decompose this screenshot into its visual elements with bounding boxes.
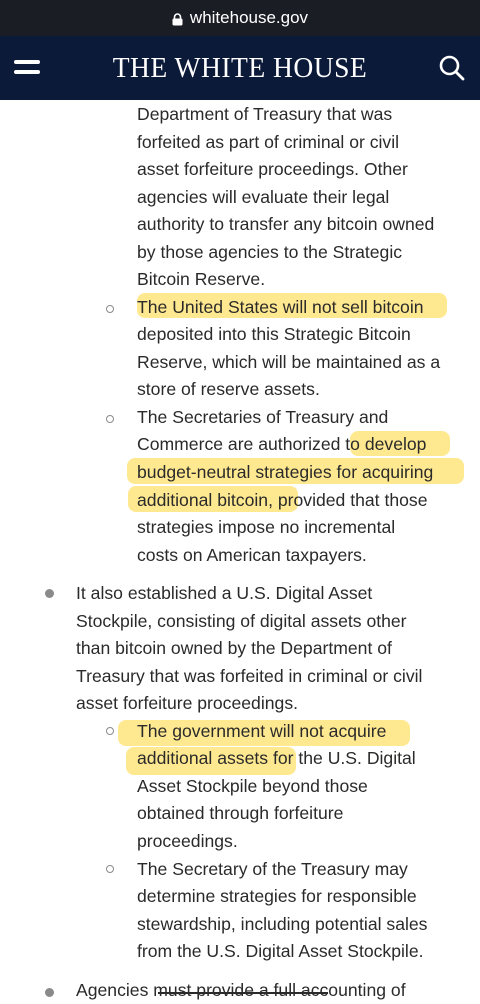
sub-bullet — [106, 415, 114, 423]
text-line: obtained through forfeiture — [137, 803, 344, 823]
text-line: agencies will evaluate their legal — [137, 187, 390, 207]
url-text: whitehouse.gov — [189, 8, 309, 27]
text-line: The United States will not sell bitcoin — [137, 297, 424, 317]
sub-bullet — [106, 865, 114, 873]
text-line: stewardship, including potential sales — [137, 914, 428, 934]
text-line: Reserve, which will be maintained as a — [137, 352, 441, 372]
text-line: Stockpile, consisting of digital assets … — [76, 611, 407, 631]
strikethrough-mark — [158, 992, 328, 994]
text-line: Asset Stockpile beyond those — [137, 776, 368, 796]
text-line: budget-neutral strategies for acquiring — [137, 462, 434, 482]
menu-icon[interactable] — [14, 58, 40, 78]
text-line: proceedings. — [137, 831, 238, 851]
text-line: The Secretaries of Treasury and — [137, 407, 389, 427]
text-line: than bitcoin owned by the Department of — [76, 638, 392, 658]
address-bar[interactable]: whitehouse.gov — [0, 0, 480, 36]
text-line: by those agencies to the Strategic — [137, 242, 403, 262]
text-line: The Secretary of the Treasury may — [137, 859, 408, 879]
search-icon[interactable] — [438, 54, 466, 82]
text-line: store of reserve assets. — [137, 379, 320, 399]
sub-bullet — [106, 305, 114, 313]
text-line: costs on American taxpayers. — [137, 545, 367, 565]
text-line: deposited into this Strategic Bitcoin — [137, 324, 411, 344]
list-bullet — [45, 988, 54, 997]
text-line: The government will not acquire — [137, 721, 387, 741]
text-line: Commerce are authorized to develop — [137, 434, 427, 454]
article-body: Department of Treasury that was forfeite… — [0, 100, 480, 1004]
text-line: asset forfeiture proceedings. — [76, 693, 299, 713]
text-line: authority to transfer any bitcoin owned — [137, 214, 435, 234]
text-line: asset forfeiture proceedings. Other — [137, 159, 408, 179]
text-line: Agencies must provide a full accounting … — [76, 980, 406, 1000]
text-line: Department of Treasury that was — [137, 104, 393, 124]
text-line: It also established a U.S. Digital Asset — [76, 583, 373, 603]
text-line: Treasury that was forfeited in criminal … — [76, 666, 423, 686]
text-line: forfeited as part of criminal or civil — [137, 132, 400, 152]
lock-icon — [172, 12, 183, 25]
site-header: THE WHITE HOUSE — [0, 36, 480, 100]
text-line: additional bitcoin, provided that those — [137, 490, 428, 510]
text-line: strategies impose no incremental — [137, 517, 396, 537]
text-line: Bitcoin Reserve. — [137, 269, 266, 289]
site-title[interactable]: THE WHITE HOUSE — [113, 52, 368, 85]
list-bullet — [45, 589, 54, 598]
text-line: from the U.S. Digital Asset Stockpile. — [137, 941, 424, 961]
text-line: additional assets for the U.S. Digital — [137, 748, 416, 768]
sub-bullet — [106, 727, 114, 735]
text-line: determine strategies for responsible — [137, 886, 417, 906]
